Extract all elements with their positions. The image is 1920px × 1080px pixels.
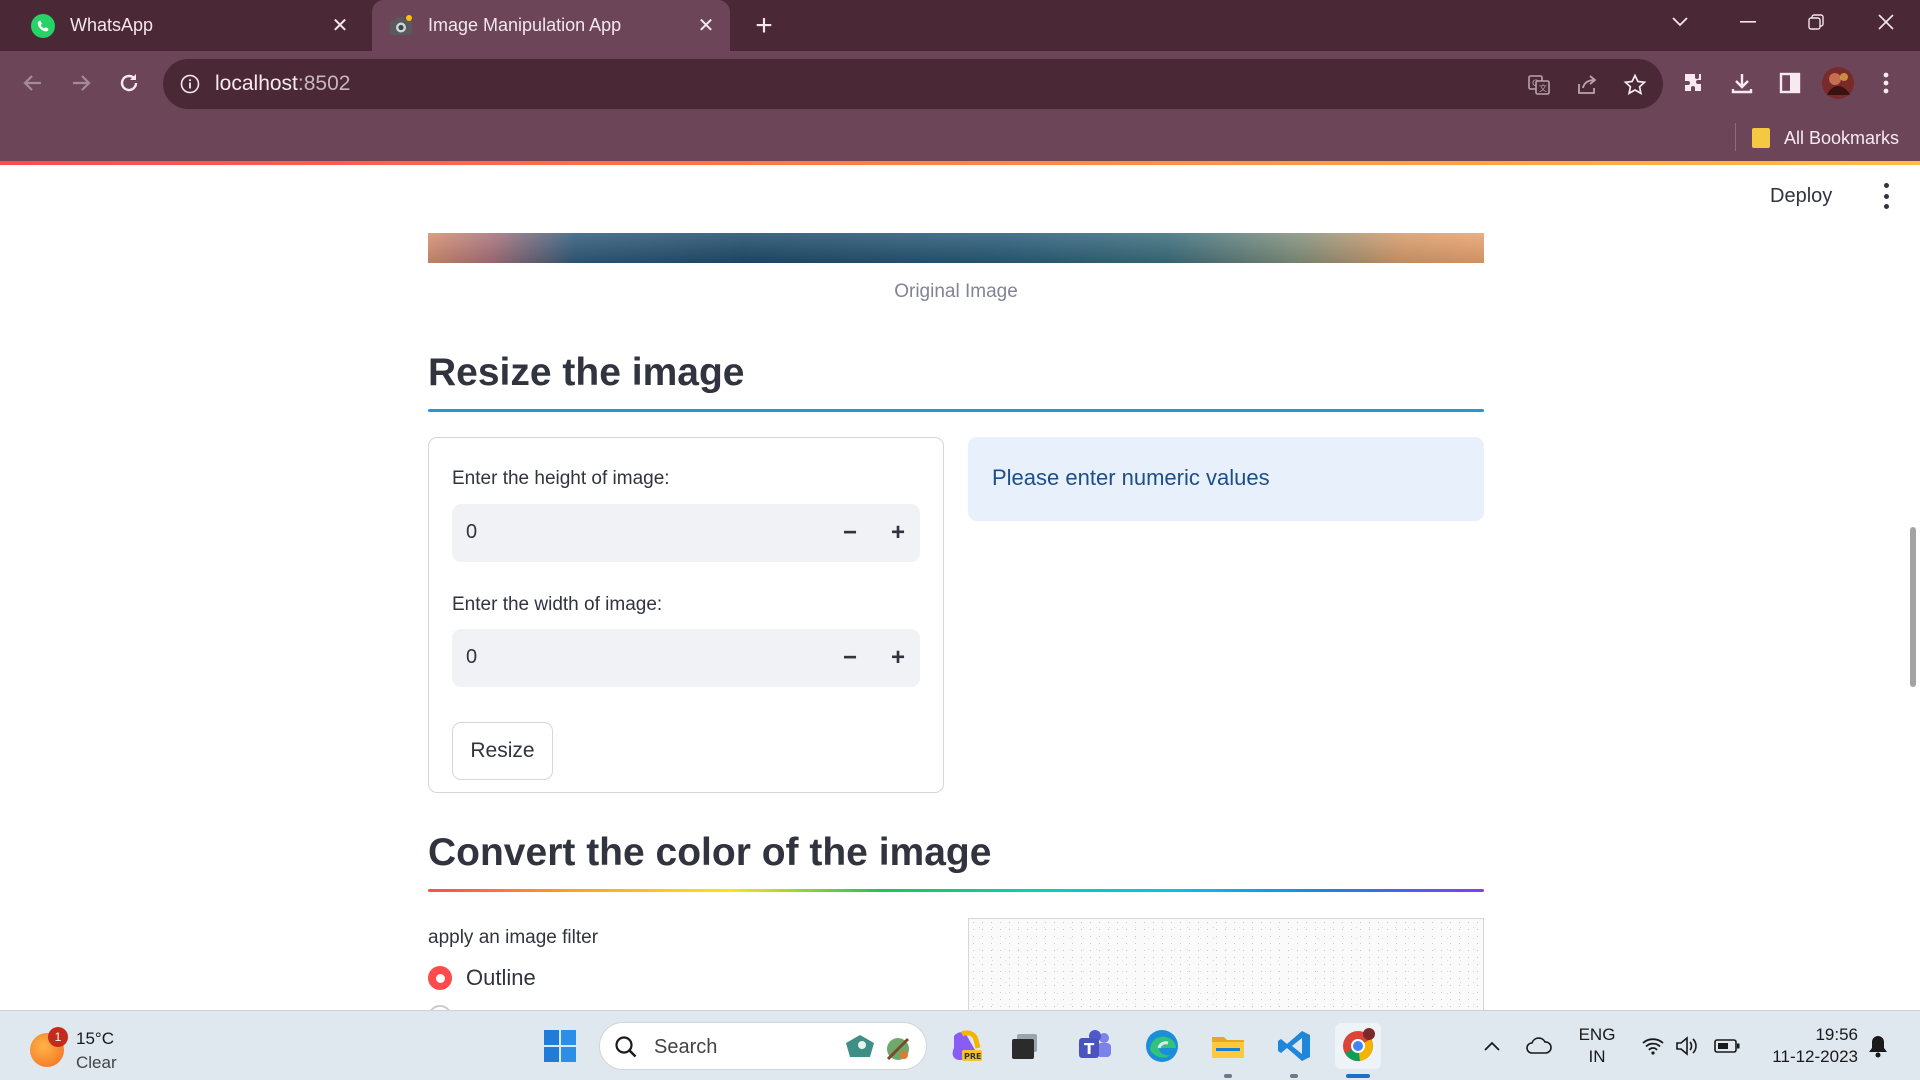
resize-heading: Resize the image: [428, 351, 745, 394]
translate-icon[interactable]: G文: [1525, 71, 1553, 99]
width-label: Enter the width of image:: [452, 594, 663, 615]
notification-badge: 1: [48, 1027, 68, 1047]
svg-text:PRE: PRE: [964, 1052, 982, 1061]
extensions-icon[interactable]: [1676, 65, 1712, 101]
search-placeholder: Search: [654, 1036, 718, 1058]
height-number-input[interactable]: 0 − +: [452, 504, 920, 562]
tab-whatsapp[interactable]: WhatsApp ✕: [14, 0, 364, 51]
profile-avatar[interactable]: [1820, 65, 1856, 101]
close-window-icon[interactable]: [1858, 0, 1914, 44]
file-explorer-icon[interactable]: [1205, 1023, 1251, 1069]
vscode-running-indicator: [1290, 1074, 1298, 1078]
minimize-icon[interactable]: [1720, 0, 1776, 44]
resize-button[interactable]: Resize: [452, 722, 553, 780]
radio-option-label: Outline: [466, 965, 536, 990]
language-indicator[interactable]: ENG IN: [1575, 1024, 1619, 1068]
weather-widget[interactable]: 1 15°C Clear: [28, 1023, 148, 1072]
weather-temperature: 15°C: [76, 1029, 114, 1048]
folder-icon: [1752, 128, 1770, 148]
chrome-active-indicator: [1346, 1074, 1370, 1078]
file-explorer-running-indicator: [1224, 1074, 1232, 1078]
bookmarks-bar: All Bookmarks: [0, 115, 1920, 161]
all-bookmarks-label: All Bookmarks: [1784, 127, 1900, 148]
convert-heading-divider: [428, 889, 1484, 892]
notification-bell-icon[interactable]: [1862, 1023, 1894, 1069]
clock-time: 19:56: [1815, 1025, 1858, 1044]
deploy-button[interactable]: Deploy: [1770, 185, 1832, 208]
weather-condition: Clear: [76, 1053, 117, 1072]
app-content: Deploy Original Image Resize the image E…: [0, 165, 1920, 1010]
height-increment-button[interactable]: +: [878, 513, 918, 553]
clock-date: 11-12-2023: [1772, 1047, 1858, 1066]
task-view-icon[interactable]: [1002, 1023, 1048, 1069]
search-highlight-icon: [840, 1029, 916, 1065]
width-value[interactable]: 0: [466, 646, 477, 669]
region-code: IN: [1588, 1047, 1606, 1066]
width-number-input[interactable]: 0 − +: [452, 629, 920, 687]
side-panel-icon[interactable]: [1772, 65, 1808, 101]
search-icon: [614, 1035, 638, 1059]
height-label: Enter the height of image:: [452, 468, 670, 489]
show-hidden-icons-icon[interactable]: [1478, 1023, 1506, 1069]
wifi-icon[interactable]: [1638, 1023, 1668, 1069]
info-alert: Please enter numeric values: [968, 437, 1484, 521]
info-alert-text: Please enter numeric values: [992, 465, 1270, 490]
resize-heading-divider: [428, 409, 1484, 412]
browser-tab-strip: WhatsApp ✕ Image Manipulation App ✕ +: [0, 0, 1920, 51]
forward-icon[interactable]: [61, 63, 101, 103]
volume-icon[interactable]: [1672, 1023, 1702, 1069]
camera-icon: [388, 13, 414, 39]
vscode-icon[interactable]: [1271, 1023, 1317, 1069]
bookmark-star-icon[interactable]: [1621, 71, 1649, 99]
windows-taskbar: 1 15°C Clear Search PRE T ENG IN 19:56 1…: [0, 1010, 1920, 1080]
height-value[interactable]: 0: [466, 521, 477, 544]
chrome-taskbar-icon[interactable]: [1335, 1023, 1381, 1069]
radio-selected-icon: [428, 966, 452, 990]
tab-title: WhatsApp: [70, 15, 154, 35]
restore-icon[interactable]: [1788, 0, 1844, 44]
filter-label: apply an image filter: [428, 927, 599, 948]
main-menu-icon[interactable]: [1880, 183, 1892, 209]
address-bar[interactable]: localhost:8502 G文: [163, 59, 1663, 109]
original-image: [428, 233, 1484, 263]
url-text: localhost:8502: [215, 72, 351, 95]
close-icon[interactable]: ✕: [692, 12, 720, 40]
height-decrement-button[interactable]: −: [830, 513, 870, 553]
new-tab-button[interactable]: +: [748, 9, 780, 42]
onedrive-icon[interactable]: [1522, 1023, 1556, 1069]
convert-heading: Convert the color of the image: [428, 831, 992, 874]
tab-search-icon[interactable]: [1652, 0, 1708, 44]
battery-icon[interactable]: [1710, 1023, 1744, 1069]
all-bookmarks-button[interactable]: All Bookmarks: [1752, 123, 1899, 153]
back-icon[interactable]: [13, 63, 53, 103]
resize-form: Enter the height of image: 0 − + Enter t…: [428, 437, 944, 793]
bookmarks-divider: [1735, 123, 1736, 151]
radio-option-outline[interactable]: Outline: [428, 965, 536, 991]
edge-icon[interactable]: [1139, 1023, 1185, 1069]
tab-image-manipulation-app[interactable]: Image Manipulation App ✕: [372, 0, 730, 51]
copilot-icon[interactable]: PRE: [943, 1023, 989, 1069]
windows-start-icon[interactable]: [537, 1023, 583, 1069]
whatsapp-icon: [30, 13, 56, 39]
browser-toolbar: localhost:8502 G文: [0, 51, 1920, 115]
chrome-menu-icon[interactable]: [1868, 65, 1904, 101]
language-code: ENG: [1578, 1025, 1616, 1044]
width-decrement-button[interactable]: −: [830, 638, 870, 678]
tab-title: Image Manipulation App: [428, 15, 622, 35]
teams-icon[interactable]: T: [1072, 1023, 1118, 1069]
reload-icon[interactable]: [109, 63, 149, 103]
image-caption: Original Image: [894, 281, 1018, 302]
site-info-icon[interactable]: [179, 73, 201, 95]
width-increment-button[interactable]: +: [878, 638, 918, 678]
taskbar-search-box[interactable]: Search: [599, 1022, 927, 1070]
system-clock[interactable]: 19:56 11-12-2023: [1758, 1024, 1858, 1068]
close-icon[interactable]: ✕: [326, 12, 354, 40]
share-icon[interactable]: [1573, 71, 1601, 99]
svg-text:T: T: [1084, 1040, 1095, 1058]
page-scrollbar[interactable]: [1910, 527, 1916, 687]
svg-text:文: 文: [1539, 83, 1547, 93]
filtered-image-preview: [968, 918, 1484, 1010]
download-icon[interactable]: [1724, 65, 1760, 101]
